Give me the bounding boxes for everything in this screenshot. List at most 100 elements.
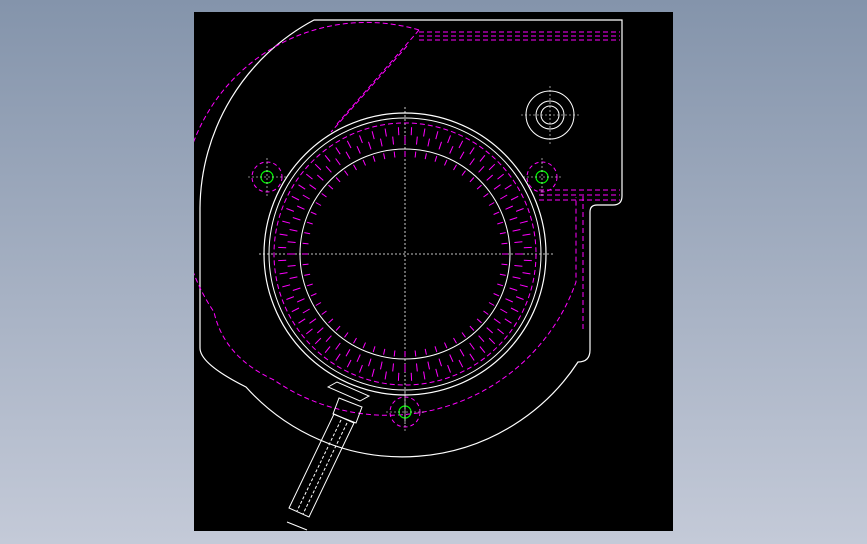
blade-mark [335, 147, 341, 155]
blade-mark [488, 302, 495, 306]
blade-mark [493, 318, 501, 324]
blade-mark [514, 265, 523, 267]
blade-mark [459, 151, 465, 159]
blade-mark [514, 241, 523, 243]
outlet-diagonal [336, 29, 420, 125]
blade-mark [479, 346, 486, 354]
blade-mark [282, 220, 291, 224]
blade-mark [458, 359, 464, 368]
blade-mark [291, 307, 300, 313]
blade-mark [512, 276, 521, 279]
blade-mark [438, 358, 442, 367]
hidden-lines [194, 21, 584, 416]
blade-mark [499, 273, 506, 276]
blade-mark [372, 155, 376, 162]
blade-mark [346, 359, 352, 368]
blade-mark [304, 232, 311, 235]
blade-mark [372, 346, 376, 353]
blade-mark [371, 131, 375, 140]
blade-mark [461, 170, 466, 176]
blade-mark [335, 177, 341, 183]
cable-tube-dash-2 [302, 422, 348, 515]
blade-mark [316, 174, 324, 181]
blade-mark [356, 354, 361, 363]
blade-mark [469, 147, 475, 155]
blade-mark [289, 229, 298, 232]
cable-gland-mid [332, 397, 363, 424]
blade-mark [302, 242, 309, 245]
blade-mark [469, 158, 475, 166]
blade-mark [493, 184, 501, 190]
cable-sleeve [286, 381, 371, 531]
blade-mark [324, 154, 331, 162]
blade-mark [356, 145, 361, 154]
blade-mark [296, 205, 305, 210]
blade-mark [282, 284, 291, 288]
blade-mark [316, 327, 324, 334]
blade-mark [298, 318, 306, 324]
blade-mark [449, 145, 454, 154]
blade-mark [435, 368, 439, 377]
blade-mark [438, 141, 442, 150]
blade-mark [393, 350, 396, 357]
boss-hole [521, 86, 579, 144]
blade-mark [500, 308, 508, 314]
blade-mark [279, 272, 288, 275]
blade-mark [447, 135, 451, 144]
cable-gland-top [326, 381, 371, 402]
blower-drawing [194, 19, 623, 531]
blade-mark [279, 233, 288, 236]
blade-mark [335, 158, 341, 166]
blade-mark [393, 151, 396, 158]
blade-mark [493, 211, 500, 215]
blade-mark [522, 272, 531, 275]
blade-mark [392, 136, 394, 145]
blade-mark [292, 217, 301, 221]
blade-mark [368, 358, 372, 367]
mounting-hole-0 [260, 170, 274, 184]
blade-mark [359, 364, 363, 373]
blade-mark [515, 208, 524, 212]
blade-mark [444, 159, 448, 166]
blade-mark [512, 229, 521, 232]
blade-mark [304, 273, 311, 276]
blade-mark [501, 263, 508, 266]
blade-mark [309, 318, 317, 324]
blade-mark [287, 241, 296, 243]
blade-mark [483, 310, 489, 315]
blade-mark [427, 361, 430, 370]
blade-mark [478, 165, 485, 173]
blade-mark [286, 296, 295, 300]
blade-mark [314, 337, 322, 345]
drawing-canvas[interactable] [194, 12, 673, 531]
blade-mark [296, 298, 305, 303]
blade-mark [335, 325, 341, 331]
blade-mark [458, 140, 464, 149]
blade-mark [519, 284, 528, 288]
blade-mark [335, 353, 341, 361]
blade-mark [488, 163, 496, 171]
blade-mark [469, 353, 475, 361]
blade-mark [335, 342, 341, 350]
blade-mark [384, 371, 387, 380]
scroll-hidden-arc [194, 21, 577, 416]
blade-mark [291, 195, 300, 201]
blade-mark [453, 164, 457, 171]
blade-mark [306, 221, 313, 225]
blade-mark [324, 346, 331, 354]
outlet-duct [419, 31, 620, 201]
blade-mark [328, 318, 334, 324]
blade-mark [493, 293, 500, 297]
blade-mark [302, 308, 310, 314]
blade-mark [315, 302, 322, 306]
blade-mark [359, 135, 363, 144]
blade-mark [447, 364, 451, 373]
blade-mark [478, 335, 485, 343]
cable-end [286, 521, 308, 531]
blade-mark [383, 153, 386, 160]
blade-mark [519, 220, 528, 224]
blade-mark [306, 283, 313, 287]
blade-mark [380, 361, 383, 370]
blade-mark [416, 363, 418, 372]
cad-viewport[interactable] [0, 0, 867, 544]
